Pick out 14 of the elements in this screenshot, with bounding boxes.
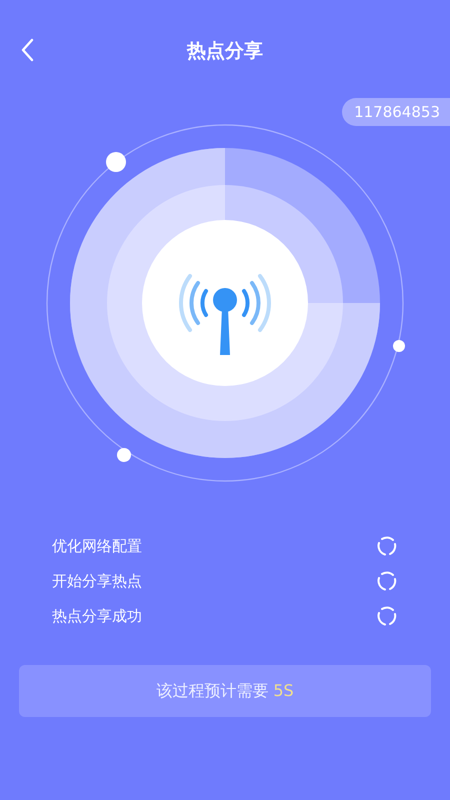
antenna-icon xyxy=(179,274,271,355)
step-label: 热点分享成功 xyxy=(52,606,142,626)
back-icon xyxy=(20,38,34,62)
orbit-dot xyxy=(117,448,131,462)
orbit-dot xyxy=(106,152,126,172)
page-title: 热点分享 xyxy=(187,39,263,64)
step-label: 优化网络配置 xyxy=(52,536,142,556)
id-badge: 117864853 xyxy=(342,98,450,126)
loading-icon xyxy=(376,535,398,557)
loading-icon xyxy=(376,570,398,592)
estimate-text: 该过程预计需要 5S xyxy=(156,680,294,702)
loading-icon xyxy=(376,605,398,627)
step-label: 开始分享热点 xyxy=(52,572,142,590)
orbit-dot xyxy=(393,340,405,352)
